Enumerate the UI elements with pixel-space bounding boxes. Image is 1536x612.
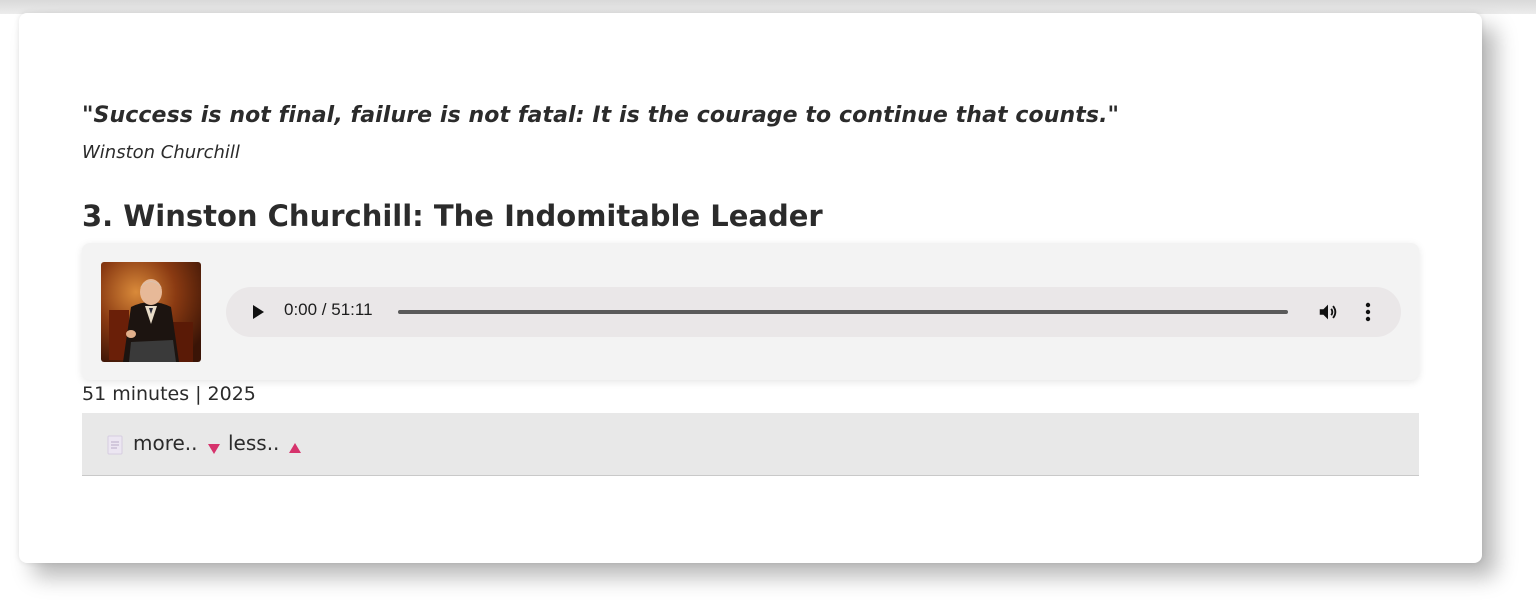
top-shadow-strip — [0, 0, 1536, 14]
episode-meta: 51 minutes | 2025 — [82, 383, 256, 405]
triangle-down-icon[interactable] — [208, 439, 220, 454]
play-icon[interactable] — [248, 302, 268, 322]
less-button[interactable]: less.. — [228, 431, 279, 455]
volume-icon[interactable] — [1317, 301, 1339, 323]
time-display: 0:00 / 51:11 — [284, 300, 373, 319]
year-label: 2025 — [207, 383, 256, 405]
episode-title: 3. Winston Churchill: The Indomitable Le… — [82, 199, 823, 233]
triangle-up-icon[interactable] — [289, 438, 301, 453]
episode-card: "Success is not final, failure is not fa… — [19, 13, 1482, 563]
player-box: 0:00 / 51:11 — [82, 243, 1419, 380]
meta-separator: | — [195, 383, 202, 405]
quote-author: Winston Churchill — [82, 142, 240, 163]
churchill-portrait-thumbnail — [101, 262, 201, 362]
more-button[interactable]: more.. — [133, 431, 198, 455]
audio-player[interactable]: 0:00 / 51:11 — [226, 287, 1401, 337]
more-options-icon[interactable] — [1358, 300, 1378, 324]
quote-text: "Success is not final, failure is not fa… — [82, 103, 1120, 128]
description-toggle-bar: more.. less.. — [82, 413, 1419, 476]
progress-bar[interactable] — [398, 310, 1288, 314]
duration-label: 51 minutes — [82, 383, 190, 405]
document-icon — [107, 435, 123, 455]
